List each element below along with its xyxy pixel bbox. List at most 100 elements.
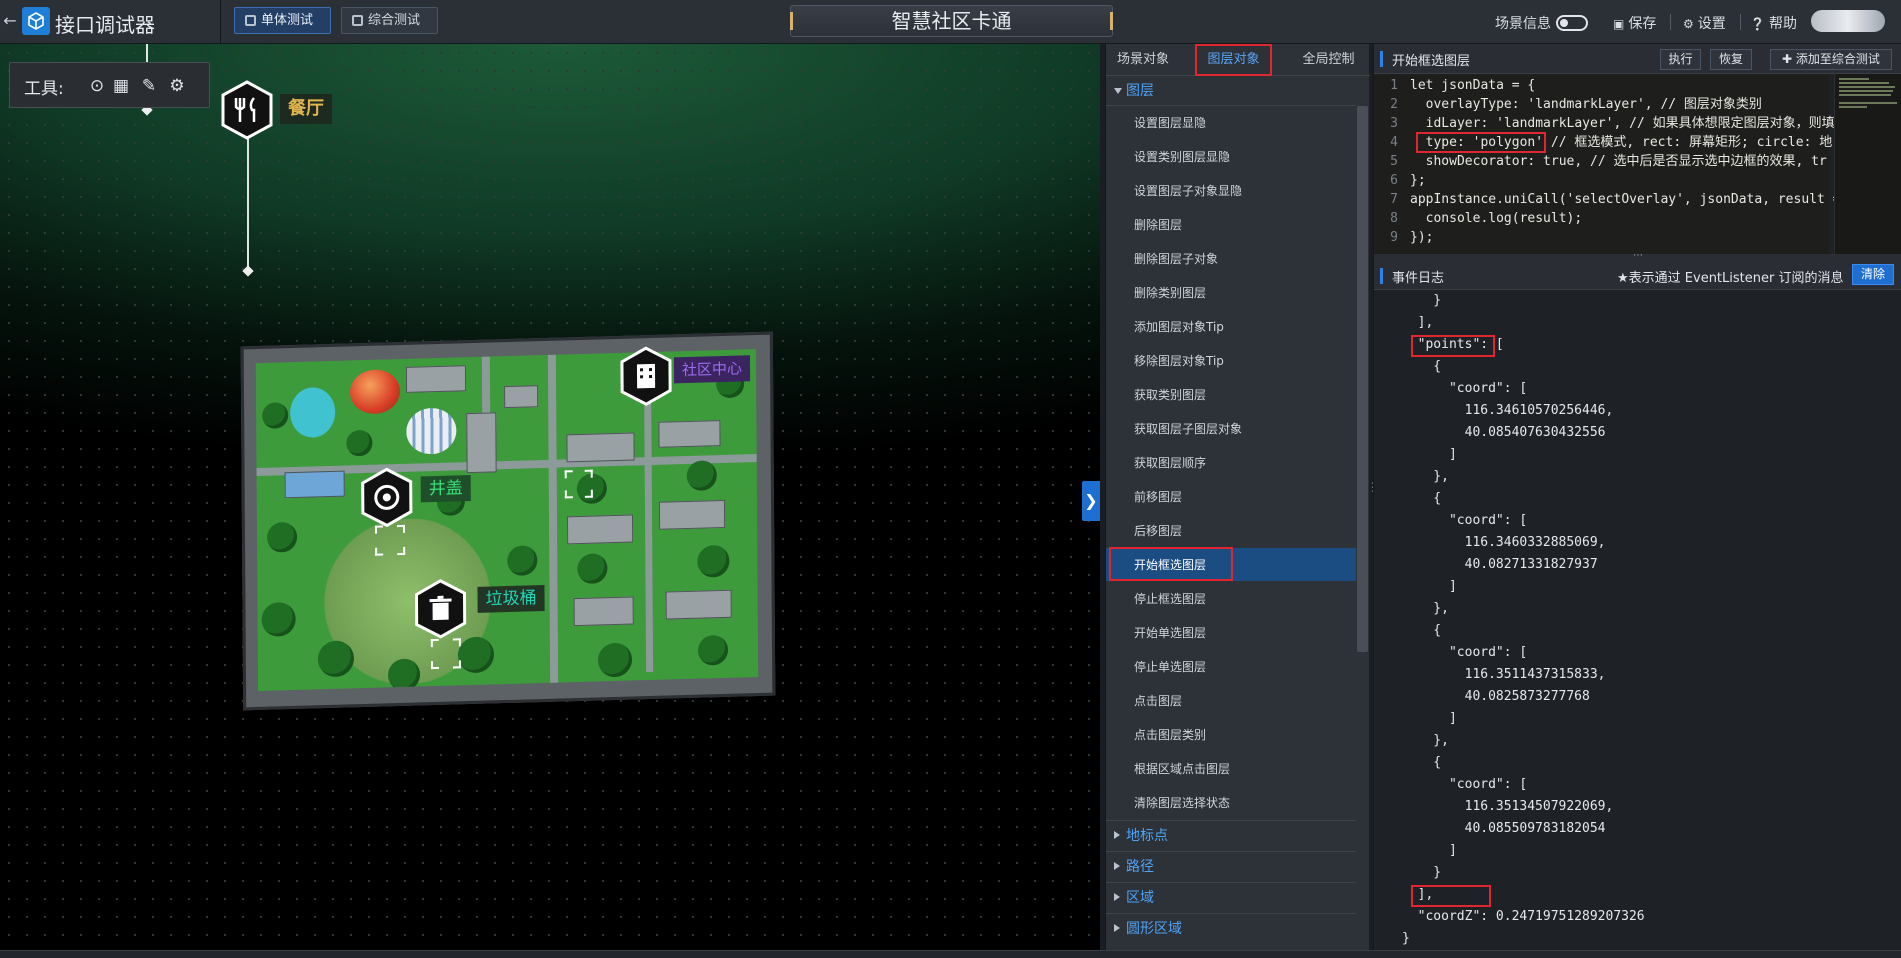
menu-item[interactable]: 设置类别图层显隐 [1106,140,1356,174]
menu-item[interactable]: 后移图层 [1106,514,1356,548]
residential-building [658,499,726,530]
menu-item[interactable]: 移除图层对象Tip [1106,344,1356,378]
code-line: 4 type: 'polygon' // 框选模式, rect: 屏幕矩形; c… [1374,133,1832,152]
menu-item[interactable]: 获取图层子图层对象 [1106,412,1356,446]
log-line: { [1402,359,1442,374]
building [405,365,467,393]
lake [289,386,336,439]
help-button[interactable]: ❔ 帮助 [1750,13,1797,33]
divider [1670,14,1671,30]
menu-item[interactable]: 删除类别图层 [1106,276,1356,310]
selection-marker-icon [430,638,462,670]
gear-icon: ⚙ [1683,17,1694,31]
restaurant-pin-icon[interactable] [220,80,274,140]
menu-item[interactable]: 前移图层 [1106,480,1356,514]
section-layer[interactable]: 图层 [1106,76,1356,106]
menu-item[interactable]: 设置图层子对象显隐 [1106,174,1356,208]
scrollbar[interactable] [1357,106,1368,652]
menu-item[interactable]: 获取图层顺序 [1106,446,1356,480]
plus-icon: ✚ [1782,52,1796,66]
pen-icon[interactable]: ✎ [138,75,160,97]
code-header: 开始框选图层 执行 恢复 ✚ 添加至综合测试 [1374,44,1901,74]
menu-item[interactable]: 点击图层 [1106,684,1356,718]
tree [697,544,730,578]
menu-item[interactable]: 开始单选图层 [1106,616,1356,650]
scene-info-label: 场景信息 [1495,16,1551,32]
menu-item[interactable]: 删除图层 [1106,208,1356,242]
menu-item[interactable]: 添加图层对象Tip [1106,310,1356,344]
cube-logo-icon [22,7,50,35]
line-number: 9 [1390,230,1398,245]
tree [387,658,421,691]
dome-building [406,407,457,455]
building-pin-icon[interactable] [619,345,673,406]
log-line: ] [1402,579,1457,594]
log-line: ] [1402,843,1457,858]
scene-info-toggle[interactable] [1556,15,1588,31]
clear-button[interactable]: 清除 [1852,264,1894,285]
log-line: 40.08271331827937 [1402,557,1598,572]
gears-icon[interactable]: ⚙ [166,75,188,97]
integrated-test-tab[interactable]: 综合测试 [341,7,438,34]
log-header: 事件日志 ★表示通过 EventListener 订阅的消息 清除 [1374,260,1901,290]
menu-item[interactable]: 根据区域点击图层 [1106,752,1356,786]
help-icon: ❔ [1750,17,1765,31]
line-number: 8 [1390,211,1398,226]
tree [597,642,633,678]
log-line: { [1402,623,1442,638]
avatar[interactable] [1811,10,1885,32]
log-line: } [1402,293,1442,308]
residential-building [566,432,635,463]
menu-item[interactable]: 清除图层选择状态 [1106,786,1356,820]
app-title: 接口调试器 [55,13,155,37]
log-line: "coord": [ [1402,645,1528,660]
community-map[interactable]: 井盖 垃圾桶 社区中心 [240,331,776,711]
execute-button[interactable]: 执行 [1660,49,1701,70]
log-line: } [1402,931,1410,946]
integrated-test-label: 综合测试 [368,13,421,28]
scene-viewport[interactable]: 工具: ⊙ ▦ ✎ ⚙ 餐厅 井盖 垃圾桶 社区中心 ❯ [0,44,1100,950]
settings-button[interactable]: ⚙ 设置 [1683,13,1726,33]
log-note: ★表示通过 EventListener 订阅的消息 [1617,271,1844,286]
manhole-pin-icon[interactable] [360,467,414,528]
code-text: }); [1410,230,1434,245]
section-landmark[interactable]: 地标点 [1106,820,1356,851]
log-line: }, [1402,469,1449,484]
section-path[interactable]: 路径 [1106,851,1356,882]
menu-item[interactable]: 获取类别图层 [1106,378,1356,412]
trash-pin-icon[interactable] [413,578,467,639]
save-button[interactable]: ▣ 保存 [1613,13,1656,33]
code-title: 开始框选图层 [1379,50,1470,69]
single-test-tab[interactable]: 单体测试 [234,7,331,34]
chevron-right-icon[interactable]: ❯ [1082,481,1100,521]
event-log[interactable]: } ], "points": [ { "coord": [ 116.346105… [1374,290,1901,950]
menu-item[interactable]: 点击图层类别 [1106,718,1356,752]
menu-item[interactable]: 停止框选图层 [1106,582,1356,616]
minimap-line [1839,82,1889,84]
restore-button[interactable]: 恢复 [1710,49,1752,70]
log-line: 40.085407630432556 [1402,425,1606,440]
locate-icon[interactable]: ⊙ [86,75,108,97]
menu-item-selected[interactable]: 开始框选图层 [1106,548,1356,582]
residential-building [665,589,732,620]
object-tabs: 场景对象 图层对象 全局控制 [1106,44,1370,76]
section-area[interactable]: 区域 [1106,882,1356,913]
code-text: }; [1410,173,1426,188]
code-minimap[interactable] [1834,74,1901,254]
tab-global-control[interactable]: 全局控制 [1291,44,1366,76]
code-editor[interactable]: 1 let jsonData = { 2 overlayType: 'landma… [1374,74,1848,254]
line-number: 6 [1390,173,1398,188]
line-number: 7 [1390,192,1398,207]
section-circle-area[interactable]: 圆形区域 [1106,913,1356,944]
frame-select-icon[interactable]: ▦ [110,75,132,97]
add-to-integrated-button[interactable]: ✚ 添加至综合测试 [1770,49,1892,70]
marker-stem [247,139,249,271]
menu-item[interactable]: 删除图层子对象 [1106,242,1356,276]
log-line: } [1402,865,1442,880]
arrow-left-icon[interactable]: ← [0,6,20,36]
tab-layer-objects[interactable]: 图层对象 [1196,44,1271,76]
tab-scene-objects[interactable]: 场景对象 [1106,44,1180,76]
menu-item[interactable]: 设置图层显隐 [1106,106,1356,140]
menu-item[interactable]: 停止单选图层 [1106,650,1356,684]
code-line: 6}; [1374,171,1829,190]
